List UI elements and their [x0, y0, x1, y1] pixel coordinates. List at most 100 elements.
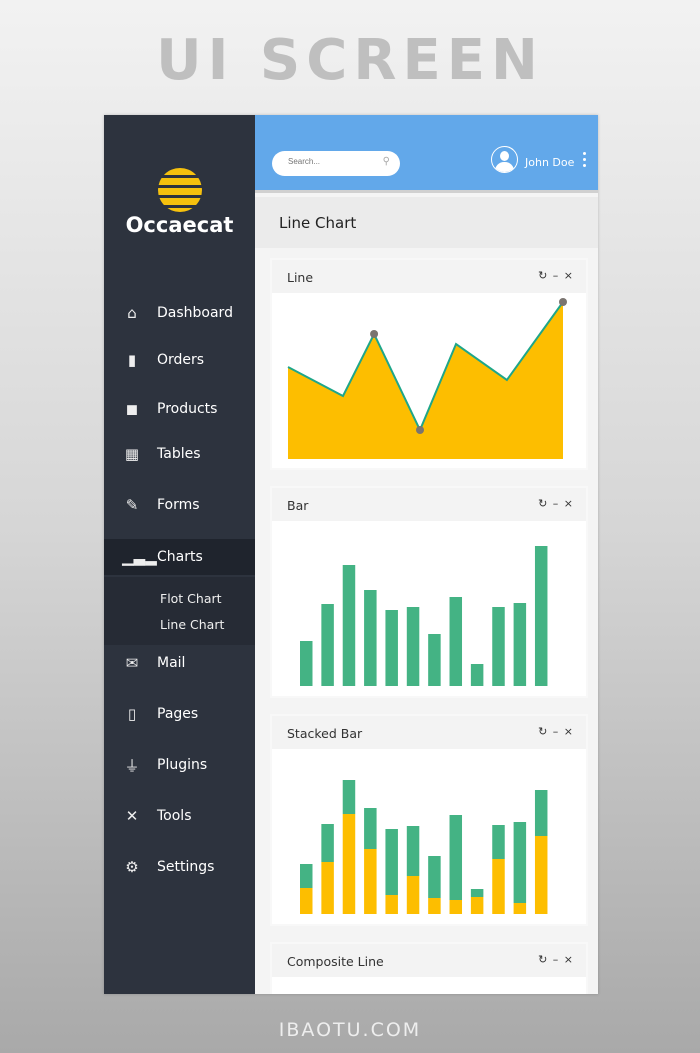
composite-line-card: Composite Line ↻ – ×	[270, 942, 588, 994]
sidebar-item-products[interactable]: ◼ Products	[104, 391, 255, 427]
bar	[300, 641, 313, 686]
card-controls[interactable]: ↻ – ×	[538, 497, 574, 510]
bar-segment-yellow	[470, 897, 484, 914]
edit-icon: ✎	[125, 496, 139, 514]
app-window: Occaecat ⌂ Dashboard ▮ Orders ◼ Products ▦ Tabl…	[104, 115, 598, 994]
bar-segment-green	[300, 864, 313, 888]
sidebar-item-dashboard[interactable]: ⌂ Dashboard	[104, 295, 255, 331]
box-icon: ◼	[125, 400, 139, 418]
top-header: ⚲ John Doe	[255, 115, 598, 193]
sidebar-item-label: Charts	[157, 549, 203, 565]
area-fill	[288, 302, 563, 459]
bar-segment-yellow	[300, 888, 313, 914]
bar-segment-green	[406, 826, 420, 876]
user-name[interactable]: John Doe	[525, 156, 574, 169]
bar	[534, 546, 548, 686]
bar-segment-yellow	[406, 876, 420, 914]
tag-icon: ▮	[127, 351, 137, 369]
bar	[428, 634, 441, 686]
sidebar: Occaecat ⌂ Dashboard ▮ Orders ◼ Products ▦ Tabl…	[104, 115, 255, 994]
more-options-icon[interactable]	[583, 152, 587, 170]
sidebar-item-label: Mail	[157, 655, 186, 671]
bar-segment-yellow	[321, 862, 334, 914]
bar-segment-green	[385, 829, 398, 895]
search-box[interactable]: ⚲	[272, 151, 400, 176]
sidebar-item-settings[interactable]: ⚙ Settings	[104, 849, 255, 885]
bar-segment-green	[513, 822, 527, 903]
card-title: Stacked Bar	[287, 726, 363, 741]
data-point	[370, 330, 379, 338]
bar-segment-yellow	[534, 836, 548, 914]
search-input[interactable]	[288, 157, 378, 166]
bar-segment-green	[492, 825, 505, 859]
bar	[364, 590, 377, 686]
bar-segment-green	[534, 790, 548, 836]
sidebar-item-plugins[interactable]: ⏚ Plugins	[104, 747, 255, 783]
bar	[513, 603, 527, 686]
search-icon[interactable]: ⚲	[383, 156, 390, 167]
bar-segment-yellow	[492, 859, 505, 914]
bar	[492, 607, 505, 686]
plug-icon: ⏚	[124, 756, 140, 775]
card-title: Line	[287, 270, 314, 285]
bar	[342, 565, 356, 686]
home-icon: ⌂	[127, 304, 137, 322]
bar	[449, 597, 463, 686]
sidebar-item-label: Tools	[157, 808, 192, 824]
bar-chart	[300, 546, 548, 686]
bar-segment-yellow	[449, 900, 463, 914]
banner-title: UI SCREEN	[156, 28, 544, 93]
card-controls[interactable]: ↻ – ×	[538, 953, 574, 966]
sidebar-item-orders[interactable]: ▮ Orders	[104, 342, 255, 378]
line-chart-card: Line ↻ – ×	[270, 258, 588, 470]
bar	[406, 607, 420, 686]
card-controls[interactable]: ↻ – ×	[538, 269, 574, 282]
sidebar-item-label: Settings	[157, 859, 215, 875]
data-point	[416, 426, 424, 434]
bar	[321, 604, 334, 686]
bar-segment-green	[364, 808, 377, 849]
bar-segment-yellow	[428, 898, 441, 914]
sidebar-item-label: Dashboard	[157, 305, 233, 321]
submenu-line-chart[interactable]: Line Chart	[160, 617, 224, 632]
bar-segment-yellow	[513, 903, 527, 914]
submenu-flot-chart[interactable]: Flot Chart	[160, 591, 222, 606]
logo-icon	[158, 168, 202, 212]
data-point	[559, 298, 567, 306]
stacked-bar-chart	[300, 780, 548, 914]
page-title: Line Chart	[279, 214, 357, 232]
bar-segment-green	[470, 889, 484, 897]
sidebar-item-charts[interactable]: ▁▃▂ Charts	[104, 539, 255, 575]
gear-icon: ⚙	[125, 858, 139, 876]
tools-icon: ✕	[125, 807, 139, 825]
bar	[470, 664, 484, 686]
bar-segment-green	[321, 824, 334, 862]
sidebar-item-label: Forms	[157, 497, 200, 513]
sidebar-item-tools[interactable]: ✕ Tools	[104, 798, 255, 834]
bar-segment-yellow	[364, 849, 377, 914]
sidebar-item-pages[interactable]: ▯ Pages	[104, 696, 255, 732]
line-chart	[287, 298, 567, 459]
bar-segment-green	[449, 815, 463, 900]
bar-segment-green	[342, 780, 356, 814]
bar	[385, 610, 398, 686]
grid-icon: ▦	[124, 445, 140, 463]
sidebar-item-label: Plugins	[157, 757, 208, 773]
sidebar-item-forms[interactable]: ✎ Forms	[104, 487, 255, 523]
bar-chart-card: Bar ↻ – ×	[270, 486, 588, 698]
bar-segment-yellow	[385, 895, 398, 914]
page-icon: ▯	[127, 705, 137, 723]
card-controls[interactable]: ↻ – ×	[538, 725, 574, 738]
sidebar-item-label: Orders	[157, 352, 205, 368]
charts-submenu: Flot Chart Line Chart	[104, 577, 255, 645]
sidebar-item-label: Pages	[157, 706, 199, 722]
bar-segment-yellow	[342, 814, 356, 914]
footer-watermark: IBAOTU.COM	[278, 1019, 422, 1041]
page-header: Line Chart	[255, 197, 598, 248]
sidebar-item-mail[interactable]: ✉ Mail	[104, 645, 255, 681]
avatar[interactable]	[491, 146, 518, 173]
brand-name: Occaecat	[125, 213, 234, 237]
sidebar-item-tables[interactable]: ▦ Tables	[104, 436, 255, 472]
stacked-bar-card: Stacked Bar ↻ – ×	[270, 714, 588, 926]
sidebar-item-label: Products	[157, 401, 218, 417]
